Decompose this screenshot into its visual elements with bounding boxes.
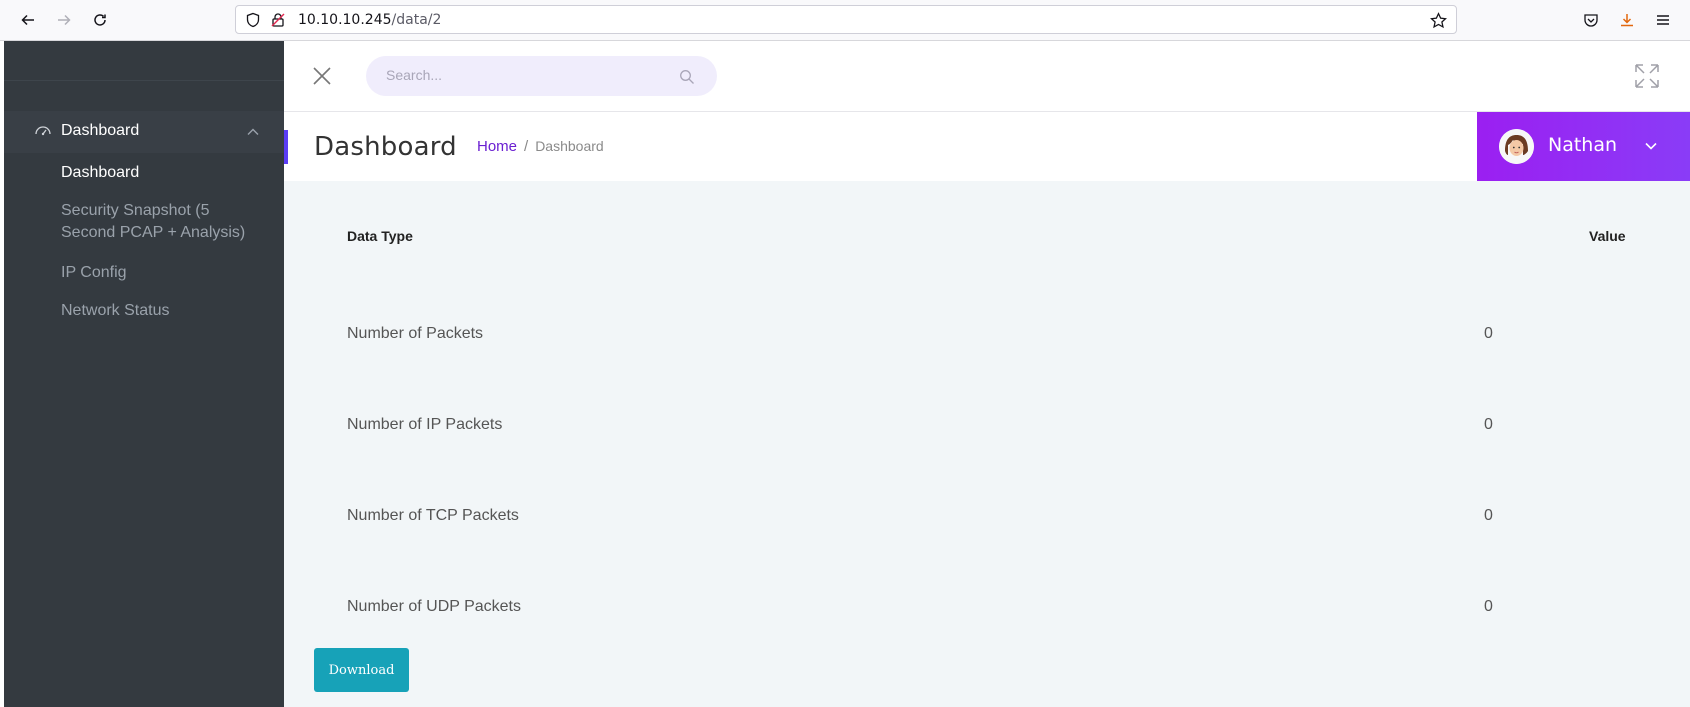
sidebar-section-label: Dashboard (61, 122, 140, 139)
chevron-up-icon[interactable] (246, 125, 260, 139)
url-text: 10.10.10.245/data/2 (298, 12, 441, 28)
pocket-icon[interactable] (1579, 8, 1603, 32)
table-row-label: Number of IP Packets (347, 416, 503, 433)
page-titlebar: Dashboard Home / Dashboard Nathan (284, 112, 1690, 181)
avatar (1499, 129, 1534, 164)
breadcrumb-current: Dashboard (535, 138, 604, 154)
url-path: /data/2 (391, 12, 442, 28)
sidebar: Dashboard Dashboard Security Snapshot (5… (4, 41, 284, 707)
user-name: Nathan (1548, 134, 1618, 156)
bookmark-star-icon[interactable] (1429, 11, 1447, 29)
table-row-value: 0 (1484, 598, 1493, 615)
shield-icon[interactable] (244, 11, 262, 29)
sidebar-item-dashboard[interactable]: Dashboard (61, 162, 261, 184)
page-title: Dashboard (314, 132, 457, 162)
table-row-label: Number of UDP Packets (347, 598, 521, 615)
hamburger-menu-icon[interactable] (1651, 8, 1675, 32)
insecure-lock-icon[interactable] (269, 11, 287, 29)
chevron-down-icon[interactable] (1644, 139, 1658, 153)
search-icon[interactable] (679, 69, 695, 85)
top-header (284, 41, 1690, 112)
browser-toolbar: 10.10.10.245/data/2 (0, 0, 1690, 41)
table-header-value: Value (1589, 228, 1626, 244)
breadcrumb-separator: / (524, 138, 529, 155)
download-button[interactable]: Download (314, 648, 409, 692)
fullscreen-expand-icon[interactable] (1633, 62, 1661, 90)
table-row-label: Number of TCP Packets (347, 507, 519, 524)
url-host: 10.10.10.245 (298, 12, 392, 28)
search-input[interactable] (384, 66, 668, 84)
sidebar-section-dashboard[interactable]: Dashboard (4, 111, 284, 153)
dashboard-gauge-icon (34, 123, 52, 139)
forward-arrow-icon[interactable] (52, 8, 76, 32)
address-bar[interactable]: 10.10.10.245/data/2 (235, 5, 1457, 34)
search-box (366, 56, 717, 96)
sidebar-divider (4, 80, 284, 81)
back-arrow-icon[interactable] (16, 8, 40, 32)
table-header-data-type: Data Type (347, 228, 413, 244)
breadcrumb-home-link[interactable]: Home (477, 138, 517, 155)
table-row-value: 0 (1484, 416, 1493, 433)
sidebar-item-network-status[interactable]: Network Status (61, 300, 261, 322)
breadcrumb: Home / Dashboard (477, 138, 604, 155)
reload-icon[interactable] (88, 8, 112, 32)
sidebar-item-ip-config[interactable]: IP Config (61, 262, 261, 284)
table-row-value: 0 (1484, 325, 1493, 342)
main-content: Data Type Value Number of Packets 0 Numb… (284, 181, 1690, 707)
table-row-value: 0 (1484, 507, 1493, 524)
title-accent-bar (284, 130, 288, 164)
download-arrow-icon[interactable] (1615, 8, 1639, 32)
user-menu[interactable]: Nathan (1477, 112, 1690, 181)
table-row-label: Number of Packets (347, 325, 484, 342)
close-icon[interactable] (312, 66, 332, 86)
sidebar-item-security-snapshot[interactable]: Security Snapshot (5 Second PCAP + Analy… (61, 200, 261, 244)
